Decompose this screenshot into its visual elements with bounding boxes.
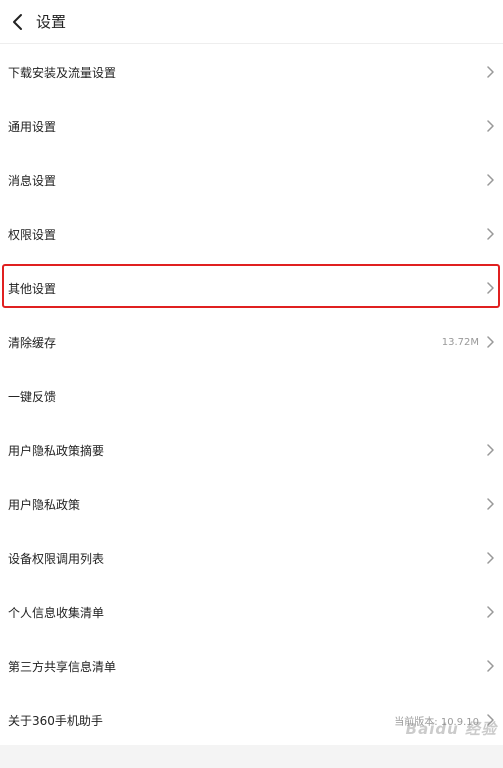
settings-item-label: 用户隐私政策摘要: [8, 443, 105, 458]
chevron-right-icon: [485, 551, 495, 565]
chevron-right-icon: [485, 497, 495, 511]
settings-item-label: 个人信息收集清单: [8, 605, 105, 620]
settings-item-feedback[interactable]: 一键反馈: [0, 369, 503, 423]
back-button[interactable]: [2, 0, 32, 44]
settings-item-label: 其他设置: [8, 281, 57, 296]
chevron-right-icon: [485, 173, 495, 187]
page-title: 设置: [36, 13, 67, 31]
settings-item-clear-cache[interactable]: 清除缓存 13.72M: [0, 315, 503, 369]
settings-item-label: 关于360手机助手: [8, 713, 103, 728]
watermark-logo: Baidu 经验: [405, 720, 497, 738]
settings-item-label: 通用设置: [8, 119, 57, 134]
chevron-right-icon: [485, 443, 495, 457]
settings-item-label: 一键反馈: [8, 389, 57, 404]
settings-item-label: 消息设置: [8, 173, 57, 188]
settings-item-label: 清除缓存: [8, 335, 57, 350]
chevron-right-icon: [485, 335, 495, 349]
chevron-right-icon: [485, 227, 495, 241]
settings-item-other[interactable]: 其他设置: [0, 261, 503, 315]
settings-item-privacy-summary[interactable]: 用户隐私政策摘要: [0, 423, 503, 477]
settings-item-third-party[interactable]: 第三方共享信息清单: [0, 639, 503, 693]
chevron-left-icon: [13, 13, 22, 30]
chevron-right-icon: [485, 65, 495, 79]
settings-item-personal-info[interactable]: 个人信息收集清单: [0, 585, 503, 639]
cache-size-value: 13.72M: [441, 336, 479, 348]
settings-item-general[interactable]: 通用设置: [0, 99, 503, 153]
chevron-right-icon: [485, 605, 495, 619]
settings-item-label: 下载安装及流量设置: [8, 65, 117, 80]
settings-list: 下载安装及流量设置 通用设置 消息设置 权限设置 其他设置 清除缓存 13.72…: [0, 45, 503, 747]
chevron-right-icon: [485, 281, 495, 295]
settings-item-label: 第三方共享信息清单: [8, 659, 117, 674]
settings-item-device-permissions[interactable]: 设备权限调用列表: [0, 531, 503, 585]
settings-item-message[interactable]: 消息设置: [0, 153, 503, 207]
settings-item-download[interactable]: 下载安装及流量设置: [0, 45, 503, 99]
settings-item-label: 设备权限调用列表: [8, 551, 105, 566]
settings-item-label: 用户隐私政策: [8, 497, 81, 512]
settings-item-label: 权限设置: [8, 227, 57, 242]
settings-item-privacy-policy[interactable]: 用户隐私政策: [0, 477, 503, 531]
settings-item-permissions[interactable]: 权限设置: [0, 207, 503, 261]
chevron-right-icon: [485, 659, 495, 673]
title-bar: 设置: [0, 0, 503, 44]
bottom-strip: [0, 745, 503, 768]
chevron-right-icon: [485, 119, 495, 133]
